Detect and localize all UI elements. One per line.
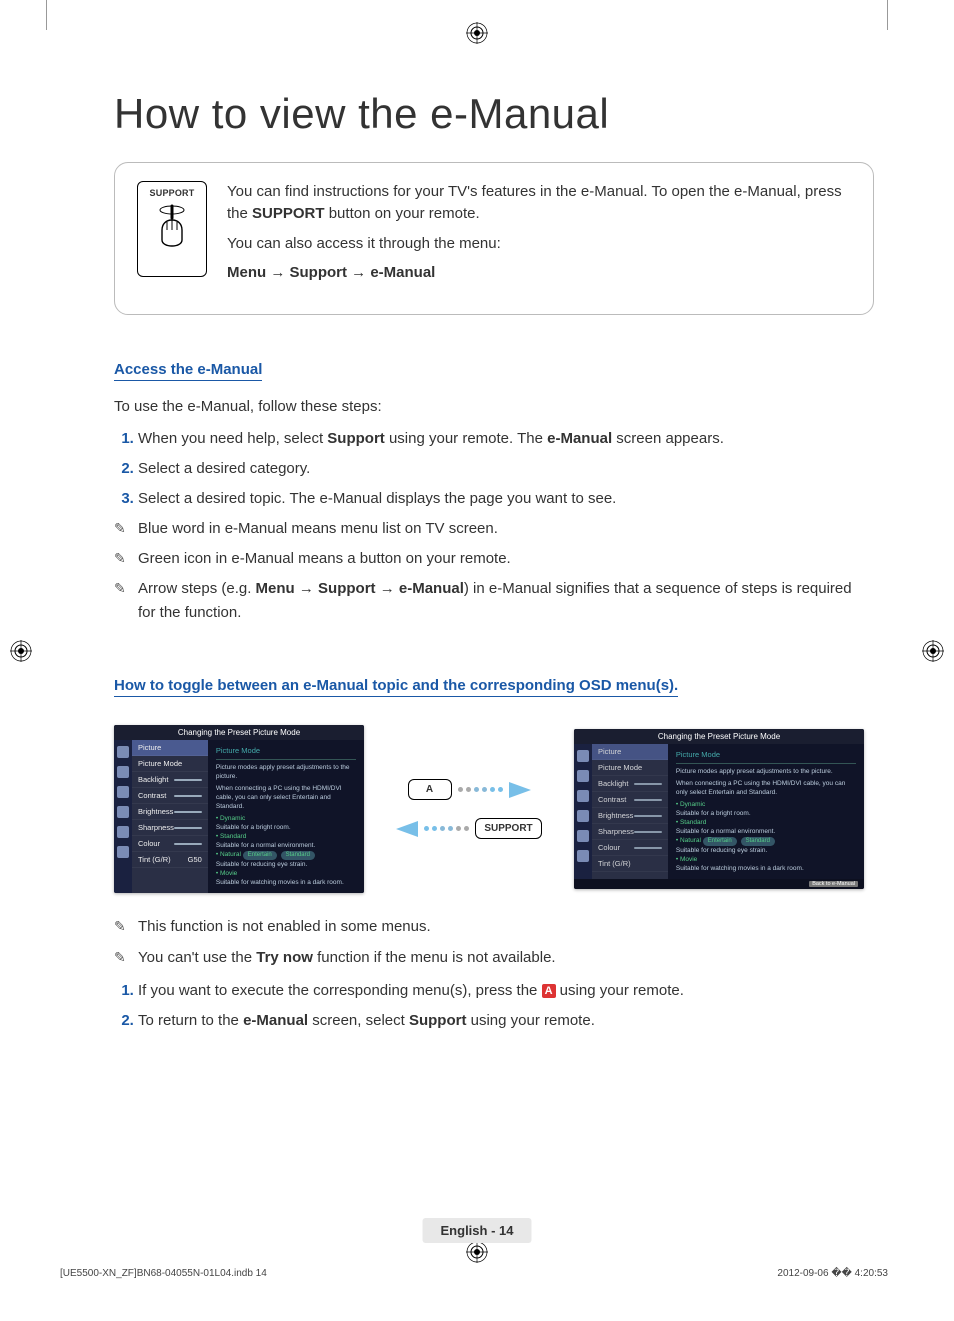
toggle-note-1: This function is not enabled in some men…: [114, 915, 864, 940]
tv-screenshot-left: Changing the Preset Picture Mode Picture…: [114, 725, 364, 893]
registration-mark-icon: [922, 640, 944, 662]
access-note-2: Green icon in e-Manual means a button on…: [114, 547, 864, 571]
access-step-2: Select a desired category.: [138, 457, 864, 481]
toggle-note-2: You can't use the Try now function if th…: [114, 946, 864, 971]
crop-mark: [887, 0, 888, 30]
hand-press-icon: [150, 200, 194, 254]
arrow-row-support: SUPPORT: [396, 818, 541, 839]
tv-category-icon: [117, 806, 129, 818]
doc-footer-left: [UE5500-XN_ZF]BN68-04055N-01L04.indb 14: [60, 1268, 267, 1279]
intro-p2: You can also access it through the menu:: [227, 233, 851, 255]
tv-category-icon: [117, 846, 129, 858]
a-key-icon: A: [542, 984, 556, 998]
tv-menu-item: Backlight: [592, 776, 668, 792]
dotted-trail-icon: [458, 787, 503, 792]
arrow-left-icon: [396, 821, 418, 837]
tv-category-icon: [577, 850, 589, 862]
access-note-3: Arrow steps (e.g. Menu → Support → e-Man…: [114, 577, 864, 625]
doc-footer-right: 2012-09-06 �� 4:20:53: [777, 1268, 888, 1279]
access-heading: Access the e-Manual: [114, 361, 262, 381]
tv-category-icon: [117, 786, 129, 798]
toggle-heading: How to toggle between an e-Manual topic …: [114, 677, 678, 697]
tv-header: Changing the Preset Picture Mode: [574, 729, 864, 744]
remote-button-label: SUPPORT: [150, 188, 195, 198]
access-step-1: When you need help, select Support using…: [138, 427, 864, 451]
tv-menu-item: Colour: [132, 836, 208, 852]
tv-menu-item: Contrast: [592, 792, 668, 808]
tv-content-left: Picture Mode Picture modes apply preset …: [208, 740, 364, 893]
remote-support-key: SUPPORT: [475, 818, 541, 839]
toggle-notes: This function is not enabled in some men…: [114, 915, 864, 1034]
arrow-right-icon: [509, 782, 531, 798]
tv-menu-item: Tint (G/R): [592, 856, 668, 872]
tv-category-icon: [577, 750, 589, 762]
tv-category-icon: [577, 770, 589, 782]
tv-header: Changing the Preset Picture Mode: [114, 725, 364, 740]
tv-menu-item: Picture Mode: [132, 756, 208, 772]
tv-menu-list: Picture Picture Mode Backlight Contrast …: [132, 740, 208, 893]
tv-menu-item: Sharpness: [592, 824, 668, 840]
tv-menu-item: Picture: [592, 744, 668, 760]
tv-menu-item: Picture: [132, 740, 208, 756]
registration-mark-icon: [466, 22, 488, 44]
tv-category-icon: [117, 826, 129, 838]
tv-menu-item: Colour: [592, 840, 668, 856]
access-steps: When you need help, select Support using…: [114, 427, 864, 511]
access-note-1: Blue word in e-Manual means menu list on…: [114, 517, 864, 541]
access-step-3: Select a desired topic. The e-Manual dis…: [138, 487, 864, 511]
toggle-illustration: Changing the Preset Picture Mode Picture…: [114, 725, 864, 893]
tv-menu-item: Picture Mode: [592, 760, 668, 776]
tv-menu-item: Tint (G/R)G50: [132, 852, 208, 868]
remote-support-button-graphic: SUPPORT: [137, 181, 207, 277]
access-notes: Blue word in e-Manual means menu list on…: [114, 517, 864, 625]
tv-category-icon: [577, 790, 589, 802]
toggle-step-1: If you want to execute the corresponding…: [138, 979, 864, 1004]
tv-menu-list: Picture Picture Mode Backlight Contrast …: [592, 744, 668, 879]
manual-page: How to view the e-Manual SUPPORT You can…: [0, 0, 954, 1321]
tv-category-icon: [117, 746, 129, 758]
tv-category-icon: [577, 830, 589, 842]
tv-screenshot-right: Changing the Preset Picture Mode Picture…: [574, 729, 864, 889]
intro-text: You can find instructions for your TV's …: [227, 181, 851, 292]
registration-mark-icon: [466, 1241, 488, 1263]
access-body: To use the e-Manual, follow these steps:…: [114, 395, 864, 625]
tv-category-icon: [577, 810, 589, 822]
intro-info-box: SUPPORT You can find instructions for yo…: [114, 162, 874, 315]
dotted-trail-icon: [424, 826, 469, 831]
tv-menu-item: Brightness: [132, 804, 208, 820]
remote-a-key: A: [408, 779, 452, 800]
crop-mark: [46, 0, 47, 30]
registration-mark-icon: [10, 640, 32, 662]
intro-p1b: SUPPORT: [252, 205, 325, 222]
page-language-badge: English - 14: [423, 1218, 532, 1243]
tv-icon-column: [114, 740, 132, 893]
tv-content-right: Picture Mode Picture modes apply preset …: [668, 744, 864, 879]
intro-menu-path: Menu → Support → e-Manual: [227, 262, 851, 284]
toggle-step-2: To return to the e-Manual screen, select…: [138, 1009, 864, 1034]
tv-footer: Back to e-Manual: [574, 879, 864, 889]
toggle-steps: If you want to execute the corresponding…: [114, 979, 864, 1035]
toggle-controls: A SUPPORT: [372, 779, 566, 839]
tv-menu-item: Backlight: [132, 772, 208, 788]
tv-menu-item: Brightness: [592, 808, 668, 824]
intro-p1c: button on your remote.: [325, 205, 480, 222]
page-title: How to view the e-Manual: [114, 90, 894, 138]
tv-icon-column: [574, 744, 592, 879]
arrow-row-a: A: [408, 779, 531, 800]
access-intro: To use the e-Manual, follow these steps:: [114, 395, 864, 419]
tv-menu-item: Contrast: [132, 788, 208, 804]
tv-category-icon: [117, 766, 129, 778]
tv-menu-item: Sharpness: [132, 820, 208, 836]
